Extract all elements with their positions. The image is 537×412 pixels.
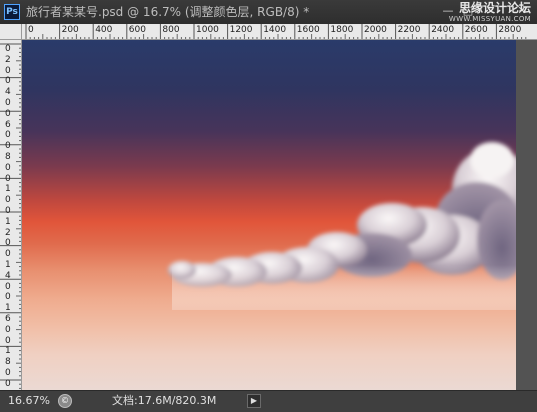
ruler-label: 0 bbox=[28, 25, 34, 35]
ruler-label: 0 bbox=[5, 335, 11, 346]
ruler-label: 2000 bbox=[364, 25, 387, 35]
ruler-label: 0 bbox=[5, 44, 11, 54]
ruler-label: 800 bbox=[162, 25, 180, 35]
watermark-main: 思缘设计论坛 bbox=[458, 1, 531, 15]
watermark: 思缘设计论坛 WWW.MISSYUAN.COM bbox=[448, 1, 531, 24]
vertical-ruler[interactable]: 02004006008001001200140016001800 bbox=[0, 40, 22, 390]
ruler-label: 2 bbox=[5, 54, 11, 65]
ruler-label: 0 bbox=[5, 98, 11, 108]
zoom-level[interactable]: 16.67% bbox=[8, 394, 50, 408]
vertical-ruler-ticks bbox=[0, 43, 21, 389]
ruler-label: 2400 bbox=[431, 25, 455, 35]
ruler-label: 0 bbox=[5, 249, 11, 260]
ruler-label: 2800 bbox=[498, 25, 522, 35]
ruler-label: 400 bbox=[95, 25, 113, 35]
ruler-label: 6 bbox=[5, 119, 11, 130]
ruler-label: 0 bbox=[5, 130, 11, 141]
ruler-label: 0 bbox=[5, 173, 11, 184]
ruler-label: 1600 bbox=[296, 25, 320, 35]
watermark-sub: WWW.MISSYUAN.COM bbox=[448, 15, 531, 23]
ruler-label: 0 bbox=[5, 76, 11, 87]
ruler-label: 1 bbox=[5, 216, 11, 227]
ruler-label: 0 bbox=[5, 238, 11, 249]
ruler-label: 0 bbox=[5, 324, 11, 335]
ruler-label: 1 bbox=[5, 260, 11, 270]
ruler-label: 0 bbox=[5, 195, 11, 206]
status-menu-arrow[interactable]: ▶ bbox=[247, 394, 261, 408]
photoshop-icon[interactable]: Ps bbox=[4, 4, 20, 20]
document-title: 旅行者某某号.psd @ 16.7% (调整颜色层, RGB/8) * bbox=[26, 5, 310, 19]
ruler-label: 1 bbox=[5, 303, 11, 314]
ruler-label: 2 bbox=[5, 227, 11, 238]
document-canvas[interactable] bbox=[22, 40, 516, 390]
ruler-label: 2600 bbox=[464, 25, 488, 35]
ruler-label: 0 bbox=[5, 108, 11, 119]
ruler-label: 600 bbox=[128, 25, 146, 35]
ruler-label: 0 bbox=[5, 368, 11, 378]
ruler-label: 1 bbox=[5, 184, 11, 195]
ruler-label: 8 bbox=[5, 357, 11, 368]
ruler-label: 0 bbox=[5, 292, 11, 303]
ruler-label: 1800 bbox=[330, 25, 354, 35]
horizontal-ruler[interactable]: 0 200 400 600 800 1000 1200 1400 1600 1800 2000 220… bbox=[22, 24, 537, 40]
ruler-label: 0 bbox=[5, 65, 11, 76]
ruler-label: 2200 bbox=[397, 25, 421, 35]
ruler-label: 200 bbox=[61, 25, 79, 35]
ruler-origin[interactable] bbox=[0, 24, 22, 40]
ruler-label: 0 bbox=[5, 378, 11, 389]
ruler-label: 4 bbox=[5, 270, 11, 281]
ruler-label: 0 bbox=[5, 281, 11, 292]
pasteboard bbox=[516, 40, 537, 390]
document-info-icon[interactable]: © bbox=[58, 394, 72, 408]
cloud-layer bbox=[168, 142, 516, 310]
ruler-label: 0 bbox=[5, 141, 11, 152]
ruler-label: 1200 bbox=[229, 25, 253, 35]
ruler-label: 6 bbox=[5, 314, 11, 324]
status-bar: 16.67% © 文档:17.6M/820.3M ▶ bbox=[0, 390, 537, 412]
ruler-label: 0 bbox=[5, 206, 11, 216]
ruler-label: 4 bbox=[5, 87, 11, 98]
ruler-label: 8 bbox=[5, 152, 11, 162]
ruler-label: 0 bbox=[5, 162, 11, 173]
ruler-label: 1000 bbox=[196, 25, 219, 35]
photoshop-window: Ps 旅行者某某号.psd @ 16.7% (调整颜色层, RGB/8) * —… bbox=[0, 0, 537, 412]
ruler-label: 1 bbox=[5, 346, 11, 357]
ruler-label: 1400 bbox=[263, 25, 287, 35]
title-bar: Ps 旅行者某某号.psd @ 16.7% (调整颜色层, RGB/8) * —… bbox=[0, 0, 537, 25]
document-size: 文档:17.6M/820.3M bbox=[112, 394, 217, 407]
